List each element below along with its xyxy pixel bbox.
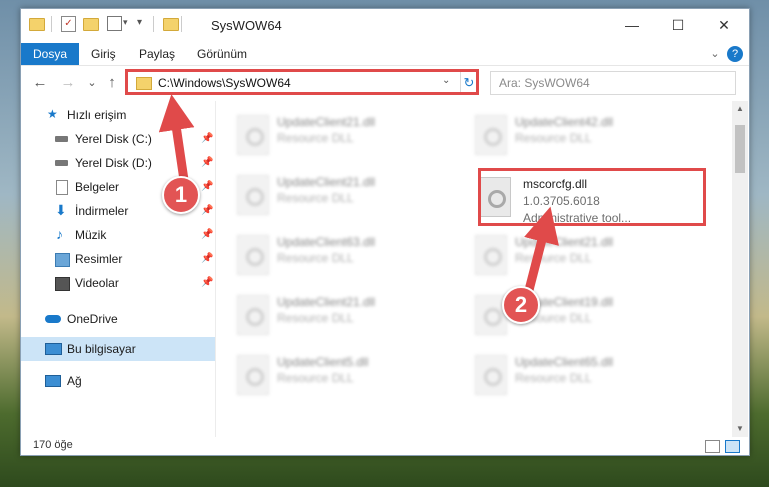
arrow-to-address [158,94,195,181]
arrow-to-file [523,206,559,296]
annotation-arrows [158,94,559,296]
step-badge-1: 1 [162,176,200,214]
step-badge-2: 2 [502,286,540,324]
